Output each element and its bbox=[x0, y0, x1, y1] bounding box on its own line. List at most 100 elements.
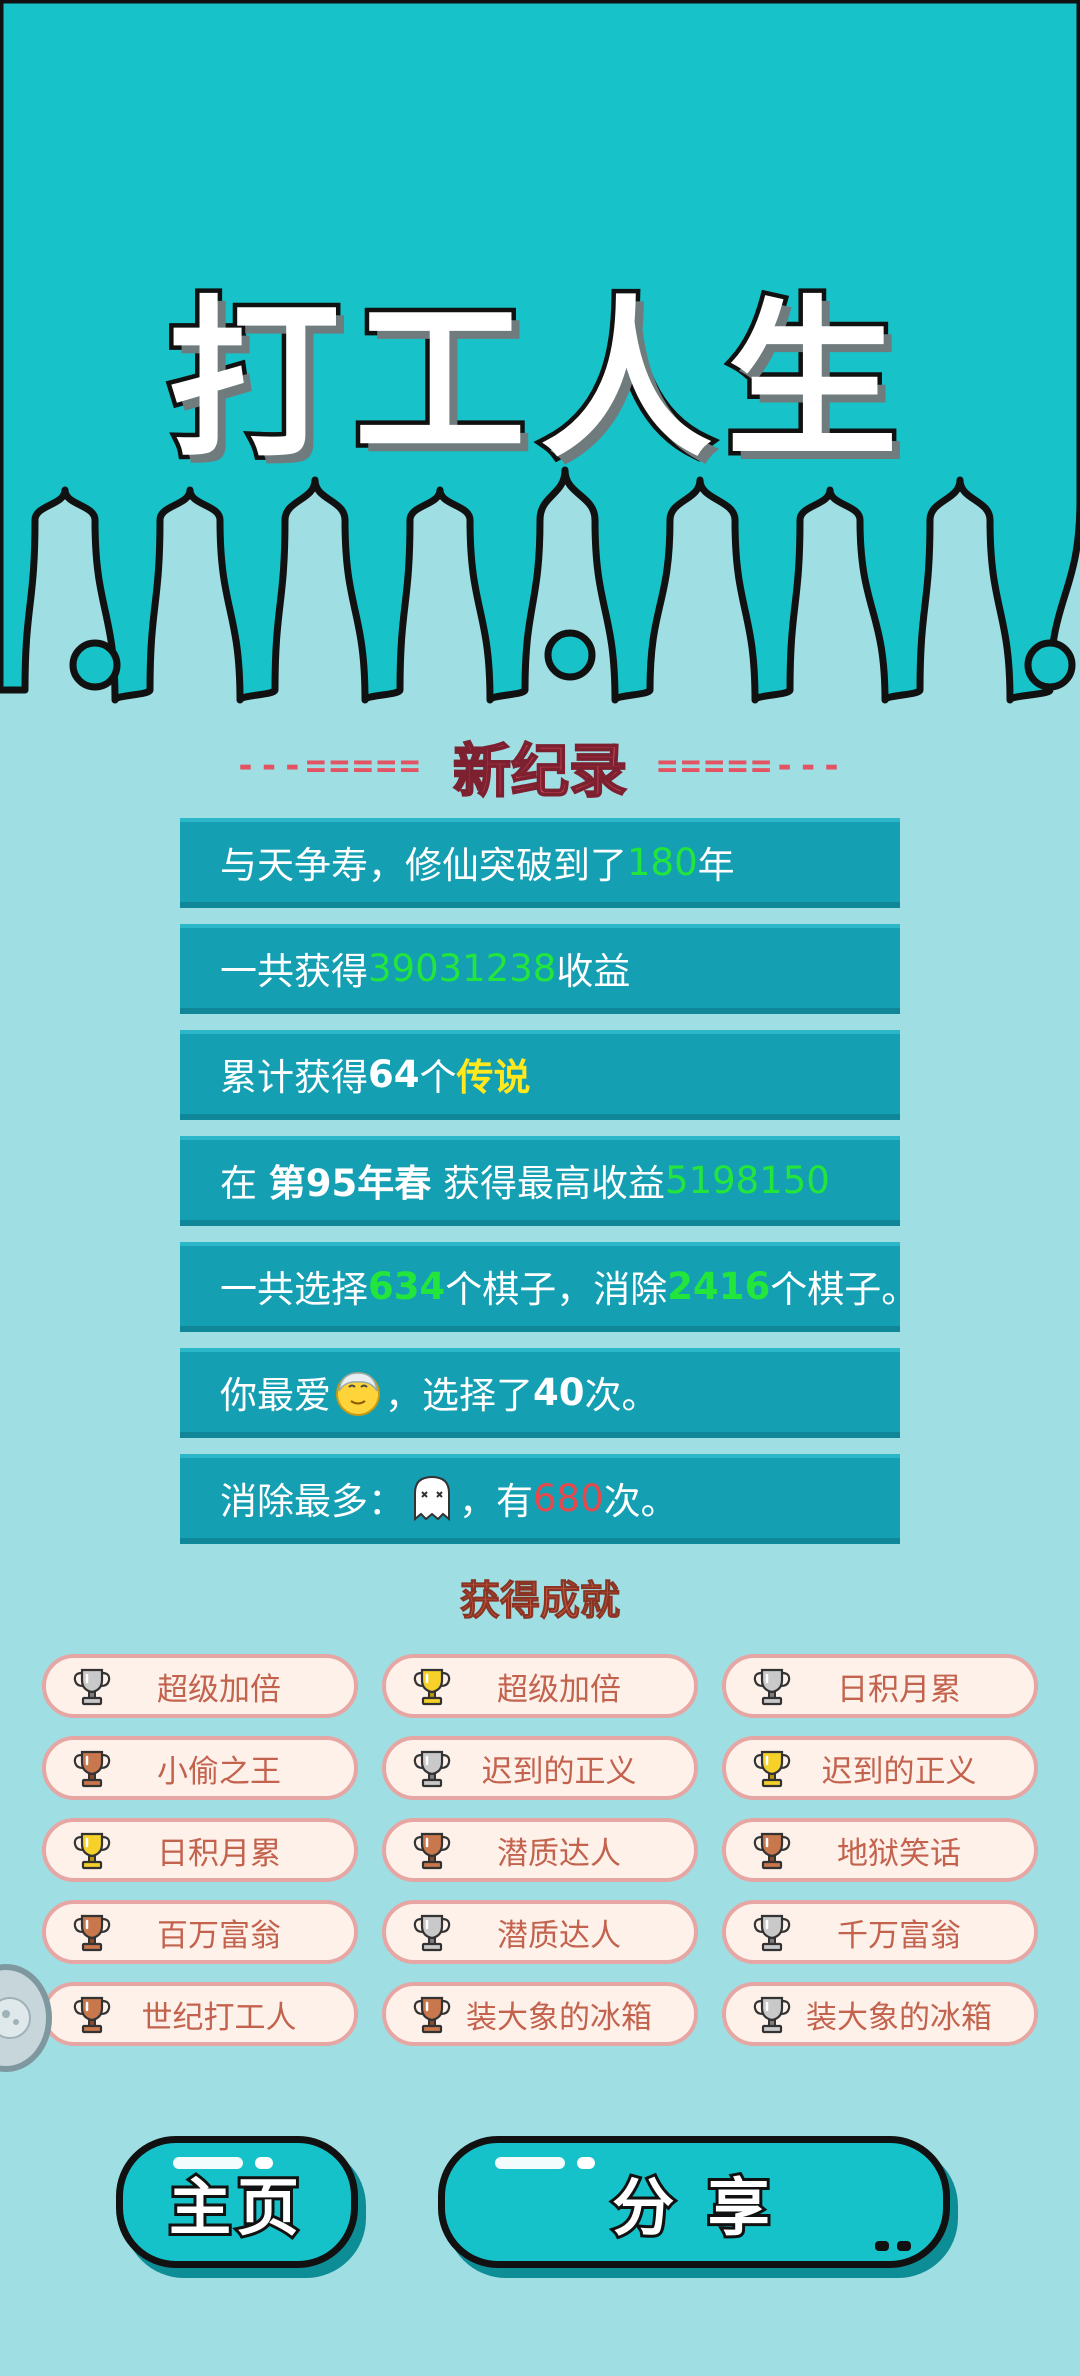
achievement-badge: 迟到的正义 bbox=[382, 1736, 698, 1800]
achievement-badge: 日积月累 bbox=[722, 1654, 1038, 1718]
stat-text: 个棋子，消除 bbox=[445, 1268, 668, 1311]
record-deco-left: ---===== bbox=[235, 746, 423, 786]
achievement-label: 装大象的冰箱 bbox=[466, 1999, 652, 2036]
achievement-badge: 小偷之王 bbox=[42, 1736, 358, 1800]
stat-text: 年 bbox=[697, 844, 735, 887]
achievement-label: 迟到的正义 bbox=[481, 1753, 637, 1790]
stat-value: 40 bbox=[533, 1370, 585, 1414]
home-button[interactable]: 主页 bbox=[116, 2136, 358, 2268]
trophy-bronze-icon bbox=[413, 1832, 451, 1870]
achievement-label: 迟到的正义 bbox=[821, 1753, 977, 1790]
stat-value: 5198150 bbox=[665, 1158, 830, 1202]
trophy-bronze-icon bbox=[753, 1832, 791, 1870]
button-highlight bbox=[173, 2157, 243, 2169]
trophy-silver-icon bbox=[753, 1914, 791, 1952]
ghost-icon bbox=[414, 1475, 450, 1522]
stat-text: 次。 bbox=[584, 1374, 659, 1417]
share-button-label: 分 享 bbox=[609, 2168, 776, 2247]
achievement-label: 日积月累 bbox=[157, 1835, 281, 1872]
button-highlight bbox=[495, 2157, 565, 2169]
share-button[interactable]: 分 享 bbox=[438, 2136, 950, 2268]
stat-pieces: 一共选择 634 个棋子，消除 2416 个棋子。 bbox=[180, 1242, 918, 1332]
stat-text: 在 bbox=[220, 1162, 269, 1205]
button-dot bbox=[897, 2241, 911, 2251]
stat-value-selected: 634 bbox=[368, 1264, 446, 1308]
stat-text: ，选择了 bbox=[385, 1374, 533, 1417]
record-deco-right: =====--- bbox=[657, 746, 845, 786]
achievement-badge: 百万富翁 bbox=[42, 1900, 358, 1964]
stat-text: ，有 bbox=[459, 1480, 533, 1523]
button-highlight bbox=[255, 2157, 273, 2169]
stat-text: 收益 bbox=[556, 950, 631, 993]
stat-text: 次。 bbox=[603, 1480, 678, 1523]
stat-lifespan: 与天争寿，修仙突破到了 180 年 bbox=[180, 818, 900, 908]
stat-value-eliminated: 2416 bbox=[667, 1264, 771, 1308]
button-dot bbox=[875, 2241, 889, 2251]
achievement-badge: 装大象的冰箱 bbox=[382, 1982, 698, 2046]
achievement-label: 百万富翁 bbox=[157, 1917, 281, 1954]
legend-label: 传说 bbox=[456, 1056, 531, 1099]
bubble-icon bbox=[0, 1997, 31, 2039]
stat-text: 个 bbox=[419, 1056, 457, 1099]
trophy-bronze-icon bbox=[73, 1996, 111, 2034]
stat-total-income: 一共获得 39031238 收益 bbox=[180, 924, 900, 1014]
stat-legends: 累计获得 64 个传说 bbox=[180, 1030, 900, 1120]
stat-text: 累计获得 bbox=[220, 1056, 368, 1099]
achievement-label: 地狱笑话 bbox=[837, 1835, 961, 1872]
trophy-bronze-icon bbox=[73, 1750, 111, 1788]
achievement-badge: 迟到的正义 bbox=[722, 1736, 1038, 1800]
drip-droplet bbox=[1024, 639, 1076, 691]
stat-value: 64 bbox=[368, 1052, 420, 1096]
new-record-title: 新纪录 bbox=[452, 736, 628, 806]
trophy-bronze-icon bbox=[73, 1914, 111, 1952]
stat-text: 你最爱 bbox=[220, 1374, 331, 1417]
stat-text: 与天争寿，修仙突破到了 bbox=[220, 844, 627, 887]
achievements-title: 获得成就 bbox=[460, 1578, 621, 1625]
stat-favorite: 你最爱 ，选择了 40 次。 bbox=[180, 1348, 900, 1438]
achievement-badge: 日积月累 bbox=[42, 1818, 358, 1882]
stat-value: 180 bbox=[627, 840, 698, 884]
achievement-label: 装大象的冰箱 bbox=[806, 1999, 992, 2036]
floating-assistant-bubble[interactable] bbox=[0, 1964, 52, 2072]
old-man-emoji-icon bbox=[336, 1372, 380, 1416]
achievement-badge: 潜质达人 bbox=[382, 1818, 698, 1882]
achievement-label: 日积月累 bbox=[837, 1671, 961, 1708]
achievement-label: 超级加倍 bbox=[497, 1671, 621, 1708]
trophy-silver-icon bbox=[413, 1750, 451, 1788]
drip-droplet bbox=[544, 629, 596, 681]
stat-text: 一共获得 bbox=[220, 950, 368, 993]
achievement-label: 千万富翁 bbox=[837, 1917, 961, 1954]
stat-text: 获得最高收益 bbox=[431, 1162, 666, 1205]
trophy-silver-icon bbox=[753, 1996, 791, 2034]
stat-value: 39031238 bbox=[368, 946, 557, 990]
trophy-gold-icon bbox=[753, 1750, 791, 1788]
stat-value: 680 bbox=[533, 1476, 604, 1520]
achievement-label: 超级加倍 bbox=[157, 1671, 281, 1708]
achievement-badge: 装大象的冰箱 bbox=[722, 1982, 1038, 2046]
trophy-gold-icon bbox=[73, 1832, 111, 1870]
game-title: 打工人生 bbox=[164, 276, 912, 486]
stat-text: 个棋子。 bbox=[770, 1268, 919, 1311]
achievement-label: 潜质达人 bbox=[497, 1835, 621, 1872]
home-button-label: 主页 bbox=[166, 2168, 305, 2247]
achievement-badge: 世纪打工人 bbox=[42, 1982, 358, 2046]
trophy-gold-icon bbox=[413, 1668, 451, 1706]
trophy-silver-icon bbox=[73, 1668, 111, 1706]
achievement-label: 世纪打工人 bbox=[141, 1999, 297, 2036]
trophy-silver-icon bbox=[753, 1668, 791, 1706]
achievement-badge: 地狱笑话 bbox=[722, 1818, 1038, 1882]
stat-text: 一共选择 bbox=[220, 1268, 368, 1311]
achievement-label: 潜质达人 bbox=[497, 1917, 621, 1954]
stat-season: 第95年春 bbox=[268, 1162, 432, 1205]
drip-droplet bbox=[69, 639, 121, 691]
stat-most-eliminated: 消除最多： ，有 680 次。 bbox=[180, 1454, 900, 1544]
stat-text: 消除最多： bbox=[220, 1480, 405, 1523]
button-highlight bbox=[577, 2157, 595, 2169]
achievement-badge: 潜质达人 bbox=[382, 1900, 698, 1964]
trophy-bronze-icon bbox=[413, 1996, 451, 2034]
achievement-badge: 千万富翁 bbox=[722, 1900, 1038, 1964]
trophy-silver-icon bbox=[413, 1914, 451, 1952]
achievement-badge: 超级加倍 bbox=[382, 1654, 698, 1718]
achievement-label: 小偷之王 bbox=[157, 1753, 281, 1790]
new-record-header: ---===== 新纪录 =====--- bbox=[150, 726, 930, 806]
